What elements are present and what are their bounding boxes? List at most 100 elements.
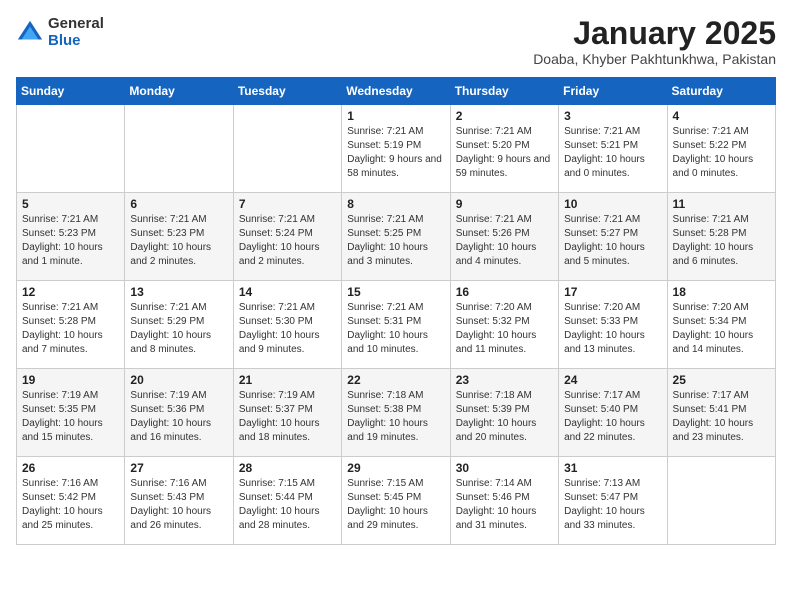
day-content: Sunrise: 7:13 AM Sunset: 5:47 PM Dayligh… (564, 477, 661, 533)
calendar-cell (125, 105, 233, 193)
calendar-cell: 5 Sunrise: 7:21 AM Sunset: 5:23 PM Daylig… (17, 193, 125, 281)
day-content: Sunrise: 7:16 AM Sunset: 5:43 PM Dayligh… (130, 477, 227, 533)
calendar-cell: 23 Sunrise: 7:18 AM Sunset: 5:39 PM Dayli… (450, 369, 558, 457)
day-content: Sunrise: 7:21 AM Sunset: 5:19 PM Dayligh… (347, 125, 444, 181)
week-row-2: 5 Sunrise: 7:21 AM Sunset: 5:23 PM Daylig… (17, 193, 776, 281)
day-number: 16 (456, 285, 553, 299)
week-row-4: 19Sunrise: 7:19 AM Sunset: 5:35 PM Dayli… (17, 369, 776, 457)
calendar-cell: 9 Sunrise: 7:21 AM Sunset: 5:26 PM Daylig… (450, 193, 558, 281)
day-content: Sunrise: 7:17 AM Sunset: 5:41 PM Dayligh… (673, 389, 770, 445)
column-header-wednesday: Wednesday (342, 78, 450, 105)
day-number: 14 (239, 285, 336, 299)
day-number: 9 (456, 197, 553, 211)
day-number: 13 (130, 285, 227, 299)
day-number: 1 (347, 109, 444, 123)
day-content: Sunrise: 7:21 AM Sunset: 5:22 PM Dayligh… (673, 125, 770, 181)
month-title: January 2025 (533, 16, 776, 51)
day-number: 20 (130, 373, 227, 387)
logo-text: General Blue (48, 16, 104, 49)
day-content: Sunrise: 7:21 AM Sunset: 5:31 PM Dayligh… (347, 301, 444, 357)
day-content: Sunrise: 7:21 AM Sunset: 5:23 PM Dayligh… (22, 213, 119, 269)
day-number: 11 (673, 197, 770, 211)
calendar-cell: 18Sunrise: 7:20 AM Sunset: 5:34 PM Dayli… (667, 281, 775, 369)
title-block: January 2025 Doaba, Khyber Pakhtunkhwa, … (533, 16, 776, 67)
day-number: 4 (673, 109, 770, 123)
logo-blue-text: Blue (48, 33, 104, 50)
day-content: Sunrise: 7:21 AM Sunset: 5:21 PM Dayligh… (564, 125, 661, 181)
logo-general-text: General (48, 16, 104, 33)
calendar-cell: 8 Sunrise: 7:21 AM Sunset: 5:25 PM Daylig… (342, 193, 450, 281)
calendar-cell: 4 Sunrise: 7:21 AM Sunset: 5:22 PM Daylig… (667, 105, 775, 193)
calendar-cell: 11Sunrise: 7:21 AM Sunset: 5:28 PM Dayli… (667, 193, 775, 281)
calendar-cell: 7Sunrise: 7:21 AM Sunset: 5:24 PM Daylig… (233, 193, 341, 281)
day-content: Sunrise: 7:21 AM Sunset: 5:23 PM Dayligh… (130, 213, 227, 269)
calendar-cell (233, 105, 341, 193)
column-header-friday: Friday (559, 78, 667, 105)
calendar-cell: 22 Sunrise: 7:18 AM Sunset: 5:38 PM Dayli… (342, 369, 450, 457)
column-header-saturday: Saturday (667, 78, 775, 105)
day-content: Sunrise: 7:16 AM Sunset: 5:42 PM Dayligh… (22, 477, 119, 533)
column-header-monday: Monday (125, 78, 233, 105)
calendar-cell: 14 Sunrise: 7:21 AM Sunset: 5:30 PM Dayli… (233, 281, 341, 369)
day-content: Sunrise: 7:15 AM Sunset: 5:44 PM Dayligh… (239, 477, 336, 533)
day-number: 12 (22, 285, 119, 299)
day-number: 31 (564, 461, 661, 475)
day-number: 28 (239, 461, 336, 475)
day-content: Sunrise: 7:21 AM Sunset: 5:20 PM Dayligh… (456, 125, 553, 181)
day-content: Sunrise: 7:20 AM Sunset: 5:33 PM Dayligh… (564, 301, 661, 357)
calendar-cell: 27 Sunrise: 7:16 AM Sunset: 5:43 PM Dayli… (125, 457, 233, 545)
day-number: 5 (22, 197, 119, 211)
calendar-cell: 30Sunrise: 7:14 AM Sunset: 5:46 PM Dayli… (450, 457, 558, 545)
calendar-cell: 19Sunrise: 7:19 AM Sunset: 5:35 PM Dayli… (17, 369, 125, 457)
calendar-cell: 16 Sunrise: 7:20 AM Sunset: 5:32 PM Dayli… (450, 281, 558, 369)
calendar-cell: 12Sunrise: 7:21 AM Sunset: 5:28 PM Dayli… (17, 281, 125, 369)
day-content: Sunrise: 7:18 AM Sunset: 5:38 PM Dayligh… (347, 389, 444, 445)
page-header: General Blue January 2025 Doaba, Khyber … (16, 16, 776, 67)
day-content: Sunrise: 7:21 AM Sunset: 5:27 PM Dayligh… (564, 213, 661, 269)
day-number: 26 (22, 461, 119, 475)
day-number: 27 (130, 461, 227, 475)
calendar-cell: 10 Sunrise: 7:21 AM Sunset: 5:27 PM Dayli… (559, 193, 667, 281)
day-content: Sunrise: 7:20 AM Sunset: 5:32 PM Dayligh… (456, 301, 553, 357)
day-number: 8 (347, 197, 444, 211)
day-content: Sunrise: 7:17 AM Sunset: 5:40 PM Dayligh… (564, 389, 661, 445)
calendar-cell (17, 105, 125, 193)
calendar-cell: 25 Sunrise: 7:17 AM Sunset: 5:41 PM Dayli… (667, 369, 775, 457)
day-content: Sunrise: 7:18 AM Sunset: 5:39 PM Dayligh… (456, 389, 553, 445)
day-number: 21 (239, 373, 336, 387)
calendar-cell: 24 Sunrise: 7:17 AM Sunset: 5:40 PM Dayli… (559, 369, 667, 457)
day-number: 6 (130, 197, 227, 211)
day-content: Sunrise: 7:21 AM Sunset: 5:26 PM Dayligh… (456, 213, 553, 269)
day-content: Sunrise: 7:21 AM Sunset: 5:24 PM Dayligh… (239, 213, 336, 269)
day-number: 30 (456, 461, 553, 475)
day-number: 10 (564, 197, 661, 211)
calendar-cell: 21Sunrise: 7:19 AM Sunset: 5:37 PM Dayli… (233, 369, 341, 457)
day-number: 22 (347, 373, 444, 387)
day-number: 24 (564, 373, 661, 387)
day-number: 25 (673, 373, 770, 387)
day-content: Sunrise: 7:19 AM Sunset: 5:36 PM Dayligh… (130, 389, 227, 445)
column-header-sunday: Sunday (17, 78, 125, 105)
day-number: 23 (456, 373, 553, 387)
calendar-cell: 29 Sunrise: 7:15 AM Sunset: 5:45 PM Dayli… (342, 457, 450, 545)
calendar-cell: 15 Sunrise: 7:21 AM Sunset: 5:31 PM Dayli… (342, 281, 450, 369)
week-row-3: 12Sunrise: 7:21 AM Sunset: 5:28 PM Dayli… (17, 281, 776, 369)
day-content: Sunrise: 7:21 AM Sunset: 5:25 PM Dayligh… (347, 213, 444, 269)
day-number: 15 (347, 285, 444, 299)
day-content: Sunrise: 7:21 AM Sunset: 5:29 PM Dayligh… (130, 301, 227, 357)
logo-icon (16, 19, 44, 47)
calendar-cell: 26 Sunrise: 7:16 AM Sunset: 5:42 PM Dayli… (17, 457, 125, 545)
column-header-thursday: Thursday (450, 78, 558, 105)
calendar-cell: 1 Sunrise: 7:21 AM Sunset: 5:19 PM Daylig… (342, 105, 450, 193)
calendar-cell: 17Sunrise: 7:20 AM Sunset: 5:33 PM Dayli… (559, 281, 667, 369)
day-content: Sunrise: 7:15 AM Sunset: 5:45 PM Dayligh… (347, 477, 444, 533)
calendar-cell: 2 Sunrise: 7:21 AM Sunset: 5:20 PM Daylig… (450, 105, 558, 193)
day-number: 18 (673, 285, 770, 299)
calendar-cell: 6 Sunrise: 7:21 AM Sunset: 5:23 PM Daylig… (125, 193, 233, 281)
logo: General Blue (16, 16, 104, 49)
calendar-cell: 3 Sunrise: 7:21 AM Sunset: 5:21 PM Daylig… (559, 105, 667, 193)
day-content: Sunrise: 7:21 AM Sunset: 5:30 PM Dayligh… (239, 301, 336, 357)
day-number: 29 (347, 461, 444, 475)
day-number: 3 (564, 109, 661, 123)
day-number: 2 (456, 109, 553, 123)
